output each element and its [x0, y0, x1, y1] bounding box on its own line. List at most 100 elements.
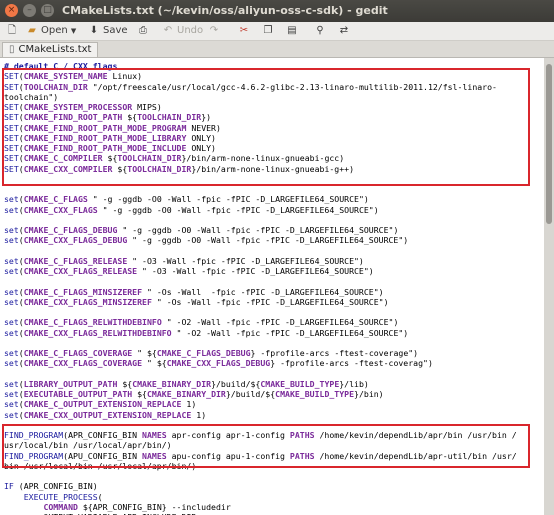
- code-token: set: [4, 286, 19, 297]
- code-token: CMAKE_C_FLAGS: [23, 194, 88, 205]
- code-token: } -fprofile-arcs -ftest-coverage"): [250, 348, 419, 358]
- toolbar: 🗋 ▰ Open ▼ ⬇ Save ⎙ ↶ Undo ↷ ✂ ❐ ▤ ⚲ ⇄: [0, 22, 554, 41]
- code-token: " -O3 -Wall -fpic -fPIC -D_LARGEFILE64_S…: [137, 266, 374, 276]
- highlight-box-find-program: [2, 424, 530, 468]
- code-line: set(CMAKE_CXX_FLAGS_RELEASE " -O3 -Wall …: [4, 266, 374, 276]
- new-document-button[interactable]: 🗋: [6, 24, 21, 38]
- window-title: CMakeLists.txt (~/kevin/oss/aliyun-oss-c…: [62, 4, 388, 17]
- code-token: " -O2 -Wall -fpic -fPIC -D_LARGEFILE64_S…: [171, 327, 409, 338]
- code-token: set: [4, 389, 19, 399]
- search-icon: ⚲: [316, 25, 324, 36]
- code-token: " -O2 -Wall -fpic -fPIC -D_LARGEFILE64_S…: [161, 317, 399, 328]
- code-token: }/build/${: [225, 389, 276, 399]
- code-token: CMAKE_C_FLAGS_DEBUG: [23, 225, 118, 235]
- undo-icon: ↶: [163, 25, 173, 36]
- code-token: set: [4, 348, 19, 358]
- replace-icon: ⇄: [339, 25, 349, 36]
- code-line: set(CMAKE_CXX_FLAGS " -g -ggdb -O0 -Wall…: [4, 205, 379, 215]
- scrollbar-thumb[interactable]: [546, 64, 552, 224]
- code-token: " -O3 -Wall -fpic -fPIC -D_LARGEFILE64_S…: [127, 255, 364, 266]
- code-line: set(CMAKE_CXX_FLAGS_DEBUG " -g -ggdb -O0…: [4, 235, 408, 245]
- code-token: set: [4, 358, 19, 369]
- replace-button[interactable]: ⇄: [338, 24, 353, 38]
- code-line: set(CMAKE_CXX_FLAGS_RELWITHDEBINFO " -O2…: [4, 328, 408, 338]
- code-token: 1): [191, 409, 207, 420]
- code-token: ${APR_CONFIG_BIN} --includedir: [77, 501, 231, 512]
- code-token: " ${: [142, 358, 167, 369]
- close-window-button[interactable]: ×: [5, 4, 18, 17]
- code-token: " -Os -Wall -fpic -fPIC -D_LARGEFILE64_S…: [142, 286, 384, 297]
- code-token: set: [4, 409, 19, 420]
- code-token: set: [4, 194, 19, 205]
- code-token: CMAKE_CXX_FLAGS_COVERAGE: [23, 358, 143, 369]
- code-token: CMAKE_BINARY_DIR: [132, 378, 212, 389]
- code-token: ${: [117, 378, 133, 389]
- code-token: set: [4, 204, 19, 215]
- code-line: set(CMAKE_CXX_FLAGS_COVERAGE " ${CMAKE_C…: [4, 358, 433, 368]
- code-token: ${: [132, 389, 147, 399]
- code-token: CMAKE_CXX_FLAGS: [23, 204, 98, 215]
- code-token: set: [4, 255, 19, 266]
- copy-button[interactable]: ❐: [262, 24, 277, 38]
- open-folder-icon: ▰: [28, 25, 36, 36]
- code-token: set: [4, 296, 19, 307]
- tab-bar: ▯ CMakeLists.txt: [0, 41, 554, 58]
- save-button[interactable]: ⬇ Save: [88, 24, 128, 38]
- minimize-window-button[interactable]: –: [23, 4, 36, 17]
- save-label: Save: [103, 25, 128, 36]
- code-token: CMAKE_C_FLAGS_RELWITHDEBINFO: [23, 317, 162, 328]
- code-line: set(CMAKE_C_FLAGS_DEBUG " -g -ggdb -O0 -…: [4, 225, 398, 235]
- print-button[interactable]: ⎙: [137, 24, 152, 38]
- tab-cmakelists[interactable]: ▯ CMakeLists.txt: [2, 42, 99, 57]
- code-token: CMAKE_BUILD_TYPE: [275, 389, 355, 399]
- open-button[interactable]: ▰ Open ▼: [26, 24, 76, 38]
- maximize-window-button[interactable]: □: [41, 4, 54, 17]
- cut-button[interactable]: ✂: [238, 24, 253, 38]
- code-token: set: [4, 225, 19, 235]
- code-token: set: [4, 327, 19, 338]
- code-token: }/bin): [354, 389, 384, 399]
- code-token: } -fprofile-arcs -ftest-coverag"): [270, 358, 433, 369]
- code-line: set(CMAKE_CXX_OUTPUT_EXTENSION_REPLACE 1…: [4, 410, 206, 420]
- code-line: set(CMAKE_C_OUTPUT_EXTENSION_REPLACE 1): [4, 399, 196, 409]
- code-token: CMAKE_CXX_FLAGS_RELWITHDEBINFO: [23, 327, 172, 338]
- code-token: 1): [181, 399, 197, 410]
- redo-button[interactable]: ↷: [208, 24, 223, 38]
- redo-icon: ↷: [209, 25, 219, 36]
- undo-button[interactable]: ↶ Undo: [162, 24, 203, 38]
- code-token: CMAKE_C_FLAGS_COVERAGE: [23, 348, 133, 358]
- code-token: CMAKE_C_FLAGS_DEBUG: [156, 348, 251, 358]
- code-token: CMAKE_CXX_FLAGS_RELEASE: [23, 266, 138, 276]
- code-line: set(CMAKE_C_FLAGS_COVERAGE " ${CMAKE_C_F…: [4, 348, 418, 358]
- undo-label: Undo: [177, 25, 204, 36]
- code-token: (: [97, 491, 103, 502]
- code-line: set(EXECUTABLE_OUTPUT_PATH ${CMAKE_BINAR…: [4, 389, 384, 399]
- code-line: set(CMAKE_C_FLAGS " -g -ggdb -O0 -Wall -…: [4, 194, 369, 204]
- code-token: }/build/${: [211, 378, 261, 389]
- code-token: " -g -ggdb -O0 -Wall -fpic -fPIC -D_LARG…: [127, 235, 409, 246]
- open-dropdown-icon: ▼: [70, 27, 77, 35]
- new-document-icon: 🗋: [7, 25, 17, 36]
- window-titlebar: × – □ CMakeLists.txt (~/kevin/oss/aliyun…: [0, 0, 554, 22]
- code-token: set: [4, 378, 19, 389]
- code-line: EXECUTE_PROCESS(: [4, 492, 103, 502]
- code-token: " -g -ggdb -O0 -Wall -fpic -fPIC -D_LARG…: [97, 204, 379, 215]
- code-token: " -Os -Wall -fpic -fPIC -D_LARGEFILE64_S…: [151, 296, 389, 307]
- print-icon: ⎙: [139, 25, 147, 36]
- code-token: " ${: [132, 348, 157, 358]
- code-token: CMAKE_C_FLAGS_MINSIZEREF: [23, 286, 143, 297]
- code-token: set: [4, 399, 19, 410]
- save-icon: ⬇: [89, 25, 99, 36]
- code-line: set(CMAKE_CXX_FLAGS_MINSIZEREF " -Os -Wa…: [4, 297, 389, 307]
- search-button[interactable]: ⚲: [314, 24, 329, 38]
- code-token: CMAKE_BINARY_DIR: [146, 389, 226, 399]
- paste-button[interactable]: ▤: [286, 24, 301, 38]
- open-label: Open: [41, 25, 68, 36]
- code-token: IF: [4, 481, 14, 492]
- code-token: COMMAND: [43, 501, 78, 512]
- code-token: LIBRARY_OUTPUT_PATH: [23, 378, 118, 389]
- code-line: COMMAND ${APR_CONFIG_BIN} --includedir: [4, 501, 231, 512]
- vertical-scrollbar[interactable]: [544, 58, 554, 515]
- cut-icon: ✂: [239, 25, 249, 36]
